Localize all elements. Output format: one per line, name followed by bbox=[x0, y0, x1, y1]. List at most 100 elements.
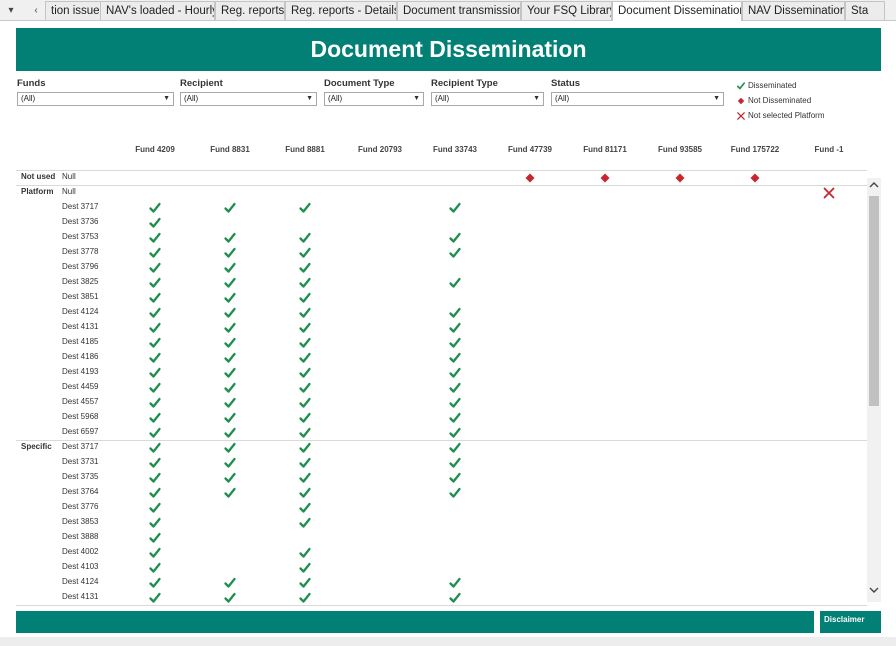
check-icon bbox=[298, 201, 312, 215]
check-icon bbox=[148, 306, 162, 320]
check-icon bbox=[223, 231, 237, 245]
row-label: Dest 3731 bbox=[62, 457, 99, 466]
check-icon bbox=[448, 576, 462, 590]
check-icon bbox=[448, 336, 462, 350]
check-icon bbox=[223, 411, 237, 425]
check-icon bbox=[448, 486, 462, 500]
check-icon bbox=[298, 336, 312, 350]
check-icon bbox=[148, 486, 162, 500]
diamond-icon bbox=[673, 171, 687, 185]
row-group-label: Not used bbox=[21, 172, 56, 181]
check-icon bbox=[148, 351, 162, 365]
check-icon bbox=[148, 381, 162, 395]
row-label: Dest 4459 bbox=[62, 382, 99, 391]
check-icon bbox=[148, 246, 162, 260]
row-label: Dest 4124 bbox=[62, 307, 99, 316]
check-icon bbox=[448, 411, 462, 425]
check-icon bbox=[148, 591, 162, 605]
row-label: Dest 3717 bbox=[62, 202, 99, 211]
check-icon bbox=[298, 306, 312, 320]
check-icon bbox=[148, 276, 162, 290]
check-icon bbox=[223, 396, 237, 410]
check-icon bbox=[298, 486, 312, 500]
check-icon bbox=[448, 426, 462, 440]
check-icon bbox=[448, 306, 462, 320]
check-icon bbox=[298, 576, 312, 590]
row-label: Dest 6597 bbox=[62, 427, 99, 436]
scrollbar-thumb[interactable] bbox=[869, 196, 879, 406]
check-icon bbox=[298, 426, 312, 440]
check-icon bbox=[223, 351, 237, 365]
check-icon bbox=[148, 456, 162, 470]
check-icon bbox=[298, 381, 312, 395]
check-icon bbox=[223, 336, 237, 350]
row-label: Dest 4124 bbox=[62, 577, 99, 586]
check-icon bbox=[298, 456, 312, 470]
check-icon bbox=[448, 276, 462, 290]
check-icon bbox=[223, 261, 237, 275]
row-label: Dest 4185 bbox=[62, 337, 99, 346]
check-icon bbox=[223, 366, 237, 380]
check-icon bbox=[148, 231, 162, 245]
check-icon bbox=[223, 291, 237, 305]
check-icon bbox=[148, 201, 162, 215]
check-icon bbox=[223, 306, 237, 320]
check-icon bbox=[448, 456, 462, 470]
check-icon bbox=[223, 576, 237, 590]
check-icon bbox=[448, 366, 462, 380]
check-icon bbox=[148, 471, 162, 485]
check-icon bbox=[223, 426, 237, 440]
check-icon bbox=[298, 471, 312, 485]
check-icon bbox=[298, 276, 312, 290]
check-icon bbox=[298, 366, 312, 380]
check-icon bbox=[223, 486, 237, 500]
row-label: Dest 3753 bbox=[62, 232, 99, 241]
row-label: Dest 4131 bbox=[62, 592, 99, 601]
check-icon bbox=[448, 591, 462, 605]
check-icon bbox=[298, 246, 312, 260]
check-icon bbox=[223, 456, 237, 470]
row-label: Dest 3736 bbox=[62, 217, 99, 226]
diamond-icon bbox=[523, 171, 537, 185]
check-icon bbox=[448, 471, 462, 485]
row-label: Dest 3764 bbox=[62, 487, 99, 496]
check-icon bbox=[148, 441, 162, 455]
check-icon bbox=[298, 516, 312, 530]
scroll-up-icon[interactable] bbox=[867, 178, 881, 192]
check-icon bbox=[148, 516, 162, 530]
row-label: Dest 3735 bbox=[62, 472, 99, 481]
check-icon bbox=[148, 411, 162, 425]
row-label: Dest 3778 bbox=[62, 247, 99, 256]
cross-icon bbox=[822, 186, 836, 200]
group-divider bbox=[16, 440, 867, 441]
check-icon bbox=[148, 426, 162, 440]
check-icon bbox=[223, 381, 237, 395]
row-label: Dest 3825 bbox=[62, 277, 99, 286]
row-label: Dest 4186 bbox=[62, 352, 99, 361]
check-icon bbox=[298, 561, 312, 575]
check-icon bbox=[298, 351, 312, 365]
check-icon bbox=[298, 291, 312, 305]
check-icon bbox=[298, 546, 312, 560]
check-icon bbox=[298, 261, 312, 275]
check-icon bbox=[148, 501, 162, 515]
check-icon bbox=[148, 291, 162, 305]
check-icon bbox=[223, 591, 237, 605]
group-divider bbox=[16, 185, 867, 186]
row-label: Dest 3796 bbox=[62, 262, 99, 271]
check-icon bbox=[448, 441, 462, 455]
row-label: Dest 4002 bbox=[62, 547, 99, 556]
check-icon bbox=[298, 591, 312, 605]
disclaimer-button[interactable]: Disclaimer bbox=[820, 611, 881, 633]
check-icon bbox=[148, 531, 162, 545]
check-icon bbox=[148, 396, 162, 410]
check-icon bbox=[223, 321, 237, 335]
check-icon bbox=[448, 201, 462, 215]
check-icon bbox=[448, 231, 462, 245]
check-icon bbox=[148, 546, 162, 560]
row-label: Dest 3776 bbox=[62, 502, 99, 511]
scroll-down-icon[interactable] bbox=[867, 583, 881, 597]
check-icon bbox=[223, 471, 237, 485]
row-label: Null bbox=[62, 187, 76, 196]
check-icon bbox=[298, 441, 312, 455]
